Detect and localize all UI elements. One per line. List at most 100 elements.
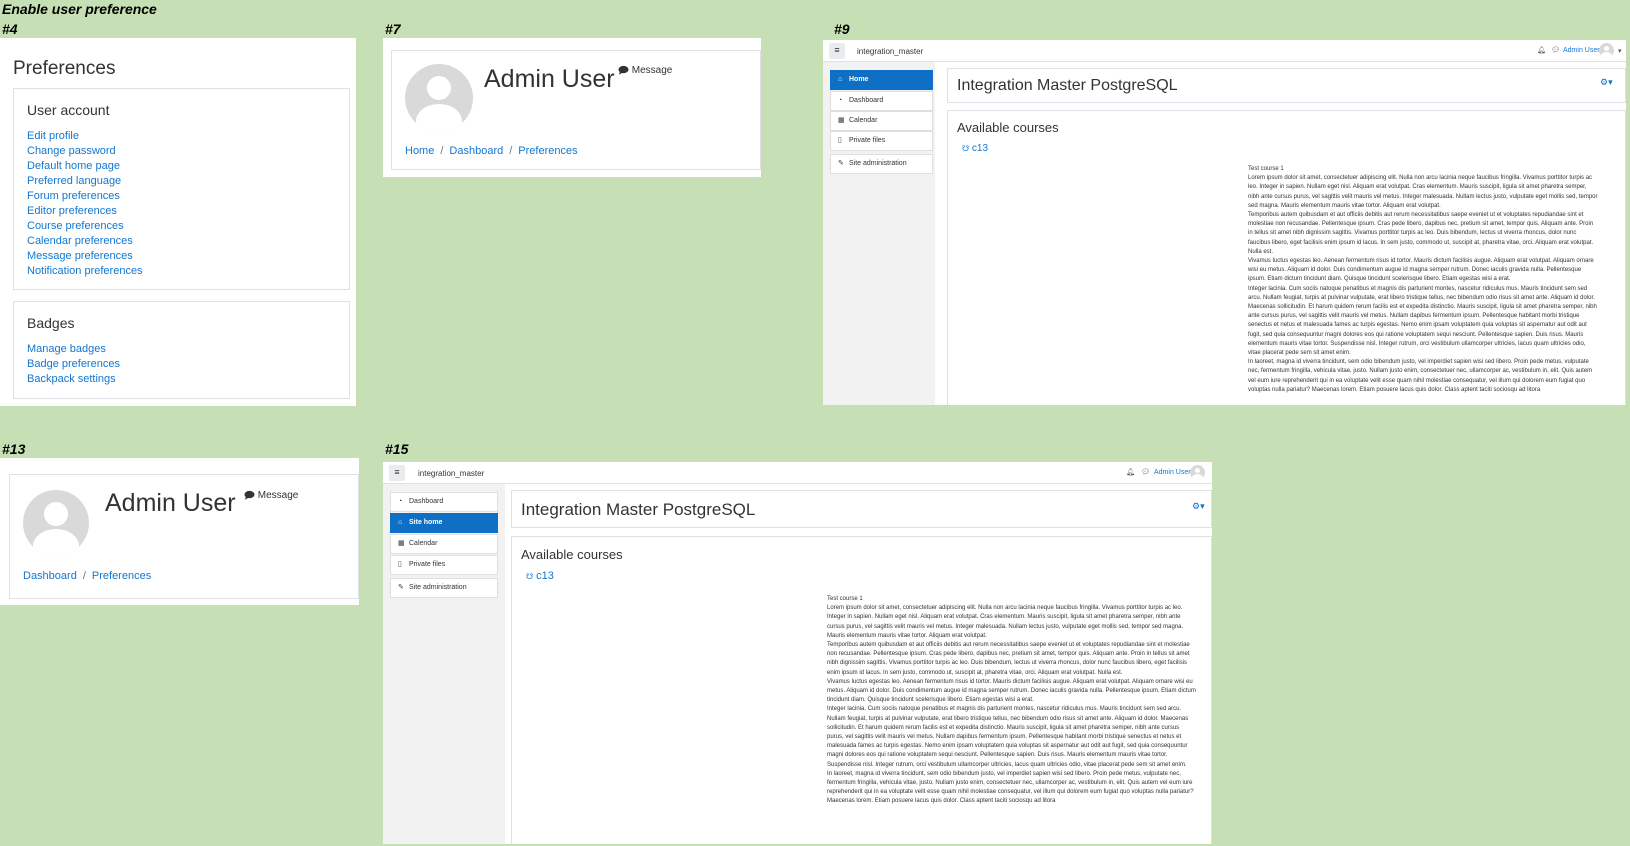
nav-item-site-home[interactable]: ⌂ Site home: [390, 513, 498, 533]
edit-profile-link[interactable]: Edit profile: [27, 130, 79, 142]
breadcrumb-preferences[interactable]: Preferences: [518, 145, 577, 157]
nav-item-home[interactable]: ⌂ Home: [830, 70, 933, 90]
course-link-row[interactable]: ☋ c13: [962, 143, 988, 154]
avatar-body: [416, 104, 462, 132]
course-summary: Test course 1 Lorem ipsum dolor sit amet…: [827, 595, 1197, 807]
course-summary-paragraph: In laoreet, magna id viverra tincidunt, …: [1248, 359, 1593, 393]
forum-preferences-link[interactable]: Forum preferences: [27, 190, 120, 202]
site-name: integration_master: [857, 47, 924, 56]
home-icon: ⌂: [398, 519, 403, 526]
nav-item-label: Calendar: [409, 540, 438, 547]
course-summary-paragraph: Lorem ipsum dolor sit amet, consectetuer…: [827, 605, 1184, 639]
main-content-card: Available courses ☋ c13 Test course 1 Lo…: [947, 110, 1626, 405]
calendar-icon: ▦: [398, 540, 405, 547]
course-link[interactable]: c13: [536, 570, 554, 582]
course-icon: ☋: [526, 572, 534, 581]
message-button[interactable]: Message: [618, 65, 672, 76]
calendar-icon: ▦: [838, 117, 845, 124]
menu-toggle-button[interactable]: ≡: [829, 43, 845, 59]
page-header-card: Integration Master PostgreSQL ⚙▾: [511, 490, 1212, 528]
backpack-settings-link[interactable]: Backpack settings: [27, 373, 116, 385]
screenshot-label-7: #7: [385, 21, 401, 37]
badges-heading: Badges: [27, 315, 75, 331]
course-summary-title: Test course 1: [1248, 166, 1284, 172]
editor-preferences-link[interactable]: Editor preferences: [27, 205, 117, 217]
profile-header-screenshot-7: Admin User Message Home / Dashboard / Prefer…: [383, 38, 761, 177]
user-avatar[interactable]: [1599, 43, 1614, 58]
preferred-language-link[interactable]: Preferred language: [27, 175, 121, 187]
nav-item-dashboard[interactable]: ◔ Dashboard: [390, 492, 498, 512]
user-menu-name[interactable]: Admin User: [1563, 47, 1600, 54]
nav-item-site-administration[interactable]: ✎ Site administration: [830, 154, 933, 174]
avatar: [23, 490, 89, 556]
nav-item-label: Dashboard: [409, 498, 444, 505]
notifications-icon[interactable]: 🔔︎: [1126, 468, 1135, 476]
home-icon: ⌂: [838, 76, 843, 83]
avatar-head: [1604, 46, 1609, 51]
change-password-link[interactable]: Change password: [27, 145, 116, 157]
nav-item-calendar[interactable]: ▦ Calendar: [830, 111, 933, 131]
page-title: Enable user preference: [2, 1, 157, 17]
gear-icon[interactable]: ⚙▾: [1600, 77, 1613, 88]
calendar-preferences-link[interactable]: Calendar preferences: [27, 235, 133, 247]
course-summary: Test course 1 Lorem ipsum dolor sit amet…: [1248, 165, 1598, 395]
course-summary-paragraph: Integer lacinia. Cum sociis natoque pena…: [1248, 285, 1597, 357]
screenshot-label-4: #4: [2, 21, 18, 37]
breadcrumb-separator: /: [440, 145, 444, 157]
nav-item-private-files[interactable]: ▯ Private files: [830, 131, 933, 151]
breadcrumb-preferences[interactable]: Preferences: [92, 570, 151, 582]
dashboard-icon: ◔: [398, 498, 403, 505]
course-link-row[interactable]: ☋ c13: [526, 570, 554, 582]
message-label: Message: [631, 65, 673, 76]
nav-item-private-files[interactable]: ▯ Private files: [390, 555, 498, 575]
available-courses-heading: Available courses: [957, 120, 1059, 135]
messages-icon[interactable]: 💬︎: [1141, 468, 1150, 476]
gear-icon[interactable]: ⚙▾: [1192, 501, 1205, 512]
nav-item-dashboard[interactable]: ◔ Dashboard: [830, 91, 933, 111]
breadcrumb-home[interactable]: Home: [405, 145, 434, 157]
site-name: integration_master: [418, 469, 485, 478]
nav-item-label: Site home: [409, 519, 443, 526]
nav-item-label: Home: [849, 76, 869, 83]
chevron-down-icon[interactable]: ▾: [1618, 47, 1622, 55]
course-summary-paragraph: Vivamus luctus egestas leo. Aenean ferme…: [827, 678, 1196, 704]
site-heading: Integration Master PostgreSQL: [957, 77, 1178, 94]
top-navbar: ≡ integration_master 🔔︎ 💬︎ Admin User ▾: [823, 40, 1626, 62]
user-menu-name[interactable]: Admin User: [1154, 469, 1191, 476]
nav-item-site-administration[interactable]: ✎ Site administration: [390, 578, 498, 598]
avatar-body: [33, 529, 79, 556]
profile-name: Admin User: [484, 65, 615, 93]
hamburger-icon: ≡: [394, 467, 400, 477]
course-summary-paragraph: Temporibus autem quibusdam et aut offici…: [1248, 212, 1594, 255]
profile-header-card: Admin User Message Home / Dashboard / Prefer…: [391, 50, 761, 170]
manage-badges-link[interactable]: Manage badges: [27, 343, 106, 355]
messages-icon[interactable]: 💬︎: [1551, 46, 1560, 54]
nav-item-label: Dashboard: [849, 97, 884, 104]
preferences-title: Preferences: [13, 58, 116, 79]
user-avatar[interactable]: [1190, 465, 1205, 480]
notification-preferences-link[interactable]: Notification preferences: [27, 265, 143, 277]
message-button[interactable]: Message: [244, 490, 298, 501]
nav-item-label: Site administration: [409, 584, 467, 591]
course-preferences-link[interactable]: Course preferences: [27, 220, 124, 232]
nav-item-calendar[interactable]: ▦ Calendar: [390, 534, 498, 554]
avatar-head: [427, 76, 451, 100]
breadcrumb-separator: /: [509, 145, 513, 157]
preferences-screenshot: Preferences User account Edit profile Ch…: [0, 38, 356, 406]
menu-toggle-button[interactable]: ≡: [389, 465, 405, 481]
page-header-card: Integration Master PostgreSQL ⚙▾: [947, 68, 1626, 103]
badge-preferences-link[interactable]: Badge preferences: [27, 358, 120, 370]
wrench-icon: ✎: [398, 584, 404, 591]
notifications-icon[interactable]: 🔔︎: [1537, 46, 1546, 54]
avatar-head: [1195, 468, 1200, 473]
course-link[interactable]: c13: [972, 143, 988, 154]
default-home-page-link[interactable]: Default home page: [27, 160, 120, 172]
message-preferences-link[interactable]: Message preferences: [27, 250, 133, 262]
breadcrumb-dashboard[interactable]: Dashboard: [23, 570, 77, 582]
screenshot-label-13: #13: [2, 441, 26, 457]
badges-links: Manage badges Badge preferences Backpack…: [27, 342, 120, 387]
breadcrumb-dashboard[interactable]: Dashboard: [449, 145, 503, 157]
nav-item-label: Private files: [409, 561, 446, 568]
main-content-card: Available courses ☋ c13 Test course 1 Lo…: [511, 536, 1212, 844]
message-icon: [244, 491, 255, 500]
